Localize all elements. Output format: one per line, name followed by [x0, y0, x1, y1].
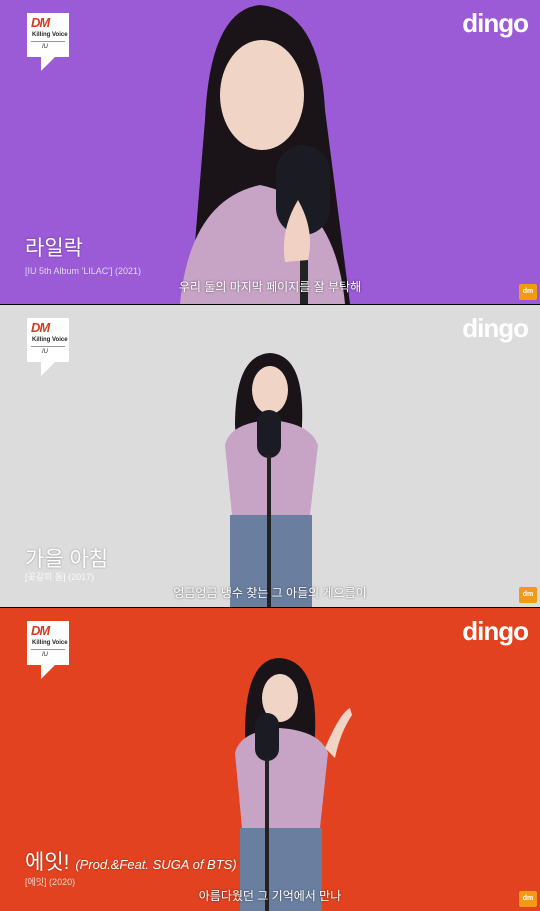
song-title-text: 에잇!: [25, 851, 70, 874]
dm-logo-text: DM: [31, 15, 50, 30]
song-title: 라일락: [25, 232, 83, 262]
dingo-logo: dingo: [462, 8, 529, 38]
video-frame-lilac: DM Killing Voice IU dingo 라일락 [IU 5th Al…: [0, 0, 540, 304]
dm-corner-logo: dm: [519, 891, 537, 907]
singer-image: [225, 353, 318, 607]
song-subtitle: [IU 5th Album 'LILAC'] (2021): [25, 266, 141, 276]
video-frame-eight: DM Killing Voice IU dingo 에잇! (Prod.&Fea…: [0, 608, 540, 911]
badge-divider: [31, 649, 65, 650]
lyric-caption: 엉금엉금 냉수 찾는 그 아들의 게으름이: [173, 586, 367, 600]
dm-killing-voice-badge: DM Killing Voice IU: [27, 318, 69, 376]
dingo-logo: dingo: [462, 616, 529, 646]
artist-label: IU: [42, 652, 48, 658]
dm-killing-voice-badge: DM Killing Voice IU: [27, 621, 69, 679]
badge-divider: [31, 346, 65, 347]
artist-label: IU: [42, 349, 48, 355]
song-title: 에잇! (Prod.&Feat. SUGA of BTS): [25, 846, 237, 876]
song-title-suffix: (Prod.&Feat. SUGA of BTS): [75, 857, 237, 872]
lyric-caption: 우리 둘의 마지막 페이지를 잘 부탁해: [178, 280, 362, 294]
song-subtitle: [꽃갈피 둘] (2017): [25, 572, 95, 582]
singer-image: [180, 5, 350, 304]
series-label: Killing Voice: [32, 640, 68, 646]
series-label: Killing Voice: [32, 337, 68, 343]
dingo-logo: dingo: [462, 313, 529, 343]
badge-divider: [31, 41, 65, 42]
dm-logo-text: DM: [31, 623, 50, 638]
dm-corner-logo: dm: [519, 587, 537, 603]
video-frame-autumn-morning: DM Killing Voice IU dingo 가을 아침 [꽃갈피 둘] …: [0, 305, 540, 607]
song-title-text: 가을 아침: [25, 548, 109, 571]
song-title-text: 라일락: [25, 237, 83, 260]
song-title: 가을 아침: [25, 543, 108, 573]
series-label: Killing Voice: [32, 32, 68, 38]
artist-label: IU: [42, 44, 48, 50]
dm-killing-voice-badge: DM Killing Voice IU: [27, 13, 69, 71]
dm-logo-text: DM: [31, 320, 50, 335]
dm-corner-logo: dm: [519, 284, 537, 300]
lyric-caption: 아름다웠던 그 기억에서 만나: [198, 889, 342, 903]
